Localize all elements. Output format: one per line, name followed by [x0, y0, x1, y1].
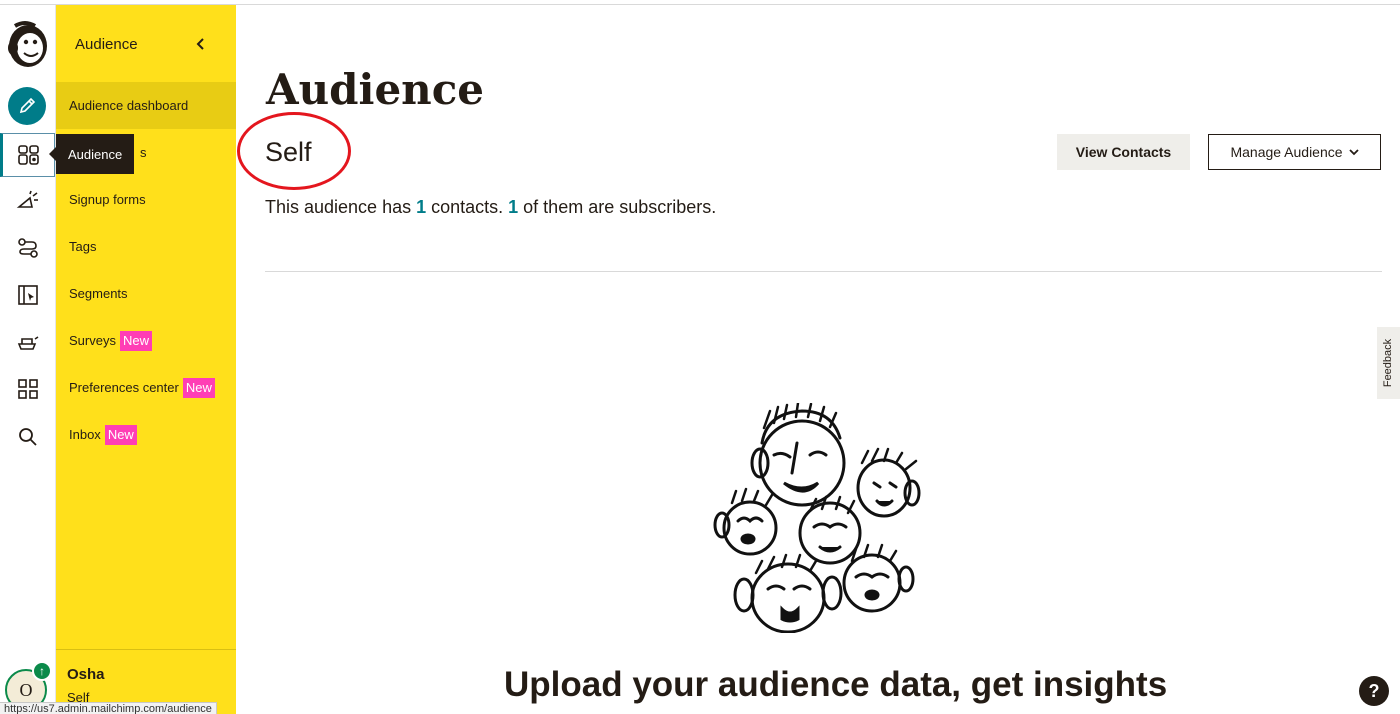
rail-tooltip: Audience: [48, 134, 135, 174]
pencil-icon: [19, 97, 36, 114]
summary-suffix: of them are subscribers.: [518, 197, 717, 217]
main-content: Audience Self This audience has 1 contac…: [236, 5, 1400, 714]
new-badge: New: [104, 424, 137, 445]
feedback-label: Feedback: [1382, 338, 1395, 388]
rail-automations-button[interactable]: [0, 226, 55, 270]
browser-status-url: https://us7.admin.mailchimp.com/audience: [0, 702, 217, 714]
audience-sidebar: Audience Audience dashboard s Signup for…: [56, 5, 236, 714]
sidebar-item-segments[interactable]: Segments: [56, 270, 236, 317]
account-user-name: Osha: [67, 666, 105, 683]
mailchimp-logo-icon[interactable]: [5, 18, 51, 70]
rail-website-button[interactable]: [0, 273, 55, 317]
sidebar-item-label: Preferences center: [69, 380, 179, 395]
website-icon: [17, 285, 38, 305]
sidebar-item-label: Inbox: [69, 427, 101, 442]
audience-icon: [17, 145, 39, 165]
audience-summary: This audience has 1 contacts. 1 of them …: [265, 197, 716, 218]
rail-integrations-button[interactable]: [0, 367, 55, 411]
help-icon: ?: [1368, 680, 1380, 701]
help-button[interactable]: ?: [1359, 676, 1389, 706]
summary-middle: contacts.: [426, 197, 509, 217]
rail-search-button[interactable]: [0, 415, 55, 459]
subscribers-count: 1: [508, 197, 519, 217]
rail-campaigns-button[interactable]: [0, 179, 55, 223]
sidebar-header: Audience: [75, 36, 138, 53]
grid-apps-icon: [17, 379, 38, 399]
sidebar-item-audience-dashboard[interactable]: Audience dashboard: [56, 82, 236, 129]
feedback-tab[interactable]: Feedback: [1377, 327, 1400, 399]
content-studio-icon: [17, 336, 38, 350]
summary-prefix: This audience has: [265, 197, 417, 217]
rail-content-button[interactable]: [0, 320, 55, 364]
sidebar-item-surveys[interactable]: Surveys New: [56, 317, 236, 364]
sidebar-item-tags[interactable]: Tags: [56, 223, 236, 270]
chevron-down-icon: [1348, 149, 1359, 156]
sidebar-item-label: Audience dashboard: [69, 98, 189, 113]
chevron-left-icon[interactable]: [192, 35, 210, 53]
megaphone-icon: [16, 190, 38, 208]
automation-flow-icon: [17, 238, 38, 258]
page-title: Audience: [266, 65, 484, 114]
annotation-circle: [237, 112, 351, 190]
create-button[interactable]: [8, 87, 46, 125]
empty-state-heading: Upload your audience data, get insights: [504, 665, 1168, 704]
sidebar-item-label: Tags: [69, 239, 97, 254]
sidebar-item-preferences-center[interactable]: Preferences center New: [56, 364, 236, 411]
view-contacts-button[interactable]: View Contacts: [1057, 134, 1190, 170]
upgrade-arrow-icon[interactable]: ↑: [32, 661, 52, 681]
sidebar-item-label: Signup forms: [69, 192, 146, 207]
avatar-initial: O: [19, 679, 33, 700]
browser-top-edge: [0, 0, 1400, 5]
icon-rail: O ↑: [0, 0, 56, 714]
manage-audience-label: Manage Audience: [1230, 144, 1343, 160]
rail-audience-button[interactable]: [0, 133, 55, 177]
avatar-badge-glyph: ↑: [39, 664, 45, 678]
section-divider: [265, 271, 1382, 272]
group-of-faces-illustration: [713, 403, 921, 633]
sidebar-item-signup-forms[interactable]: Signup forms: [56, 176, 236, 223]
new-badge: New: [119, 330, 152, 351]
sidebar-item-inbox[interactable]: Inbox New: [56, 411, 236, 458]
contacts-count: 1: [416, 197, 427, 217]
sidebar-item-label: Segments: [69, 286, 128, 301]
new-badge: New: [182, 377, 215, 398]
sidebar-item-label: Surveys: [69, 333, 116, 348]
sidebar-item-label: s: [140, 145, 147, 160]
search-icon: [18, 428, 37, 446]
manage-audience-button[interactable]: Manage Audience: [1208, 134, 1381, 170]
